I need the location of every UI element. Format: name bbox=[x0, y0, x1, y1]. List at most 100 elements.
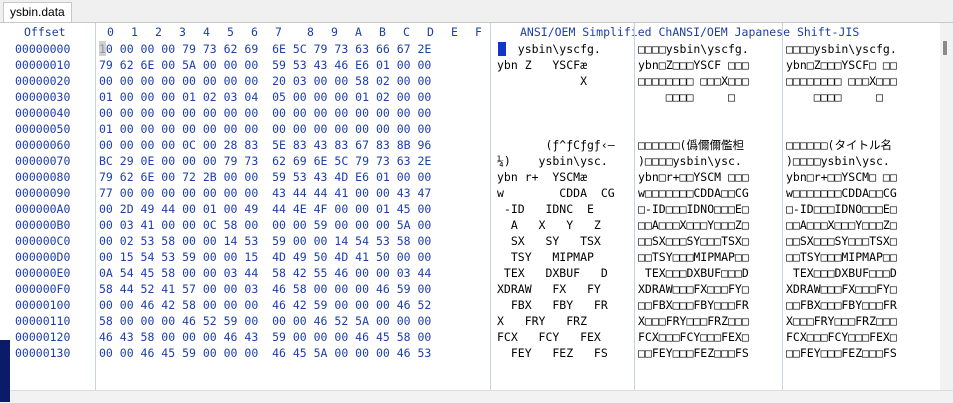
row-simplified[interactable]: □□□□□□(僞儞儞儖柦 bbox=[638, 137, 744, 153]
row-shiftjis[interactable]: X□□□FRY□□□FRZ□□□ bbox=[786, 313, 897, 329]
row-shiftjis[interactable]: □□TSY□□□MIPMAP□□ bbox=[786, 249, 897, 265]
row-ansi[interactable]: TSY MIPMAP bbox=[497, 249, 594, 265]
row-shiftjis[interactable]: FCX□□□FCY□□□FEX□ bbox=[786, 329, 897, 345]
table-row[interactable]: 00000050 01 00 00 00 00 00 00 00 00 00 00… bbox=[0, 121, 940, 137]
row-simplified[interactable]: □□FBX□□□FBY□□□FR bbox=[638, 297, 749, 313]
table-row[interactable]: 00000100 00 00 46 42 58 00 00 00 46 42 59… bbox=[0, 297, 940, 313]
row-hex[interactable]: 00 03 41 00 00 0C 58 00 00 00 59 00 00 0… bbox=[99, 217, 431, 233]
hex-grid[interactable]: 00000000 10 00 00 00 79 73 62 69 6E 5C 79… bbox=[0, 41, 940, 361]
file-tab[interactable]: ysbin.data bbox=[3, 2, 72, 22]
table-row[interactable]: 000000E0 0A 54 45 58 00 00 03 44 58 42 55… bbox=[0, 265, 940, 281]
row-hex[interactable]: BC 29 0E 00 00 00 79 73 62 69 6E 5C 79 7… bbox=[99, 153, 431, 169]
row-shiftjis[interactable]: XDRAW□□□FX□□□FY□ bbox=[786, 281, 897, 297]
row-hex[interactable]: 01 00 00 00 00 00 00 00 00 00 00 00 00 0… bbox=[99, 121, 431, 137]
row-shiftjis[interactable]: w□□□□□□□CDDA□□CG bbox=[786, 185, 897, 201]
row-hex[interactable]: 00 00 00 00 00 00 00 00 20 03 00 00 58 0… bbox=[99, 73, 431, 89]
row-ansi[interactable]: A X Y Z bbox=[497, 217, 601, 233]
row-hex[interactable]: 00 00 46 45 59 00 00 00 46 45 5A 00 00 0… bbox=[99, 345, 431, 361]
table-row[interactable]: 00000060 00 00 00 00 0C 00 28 83 5E 83 43… bbox=[0, 137, 940, 153]
row-ansi[interactable]: ¼) ysbin\ysc. bbox=[497, 153, 608, 169]
row-ansi[interactable]: (ƒ^ƒCƒgƒ‹– bbox=[497, 137, 614, 153]
row-shiftjis[interactable]: ybn□r+□□YSCM□ □□ bbox=[786, 169, 897, 185]
row-ansi[interactable]: TEX DXBUF D bbox=[497, 265, 608, 281]
row-shiftjis[interactable]: TEX□□□DXBUF□□□D bbox=[786, 265, 897, 281]
row-simplified[interactable]: □□□□□□□□ □□□X□□□ bbox=[638, 73, 749, 89]
row-hex[interactable]: 00 2D 49 44 00 01 00 49 44 4E 4F 00 00 0… bbox=[99, 201, 431, 217]
row-hex[interactable]: 10 00 00 00 79 73 62 69 6E 5C 79 73 63 6… bbox=[99, 41, 431, 57]
row-hex[interactable]: 58 00 00 00 46 52 59 00 00 00 46 52 5A 0… bbox=[99, 313, 431, 329]
row-simplified[interactable]: ybn□Z□□□YSCF □□□ bbox=[638, 57, 749, 73]
row-shiftjis[interactable]: ybn□Z□□□YSCF□ □□ bbox=[786, 57, 897, 73]
horizontal-scrollbar[interactable] bbox=[0, 390, 953, 403]
row-simplified[interactable]: □□A□□□X□□□Y□□□Z□ bbox=[638, 217, 749, 233]
row-hex[interactable]: 79 62 6E 00 5A 00 00 00 59 53 43 46 E6 0… bbox=[99, 57, 431, 73]
table-row[interactable]: 00000000 10 00 00 00 79 73 62 69 6E 5C 79… bbox=[0, 41, 940, 57]
table-row[interactable]: 000000F0 58 44 52 41 57 00 00 03 46 58 00… bbox=[0, 281, 940, 297]
row-simplified[interactable]: □-ID□□□IDNO□□□E□ bbox=[638, 201, 749, 217]
row-shiftjis[interactable]: □□A□□□X□□□Y□□□Z□ bbox=[786, 217, 897, 233]
row-simplified[interactable]: □□□□ysbin\yscfg. bbox=[638, 41, 749, 57]
row-simplified[interactable]: w□□□□□□□CDDA□□CG bbox=[638, 185, 749, 201]
row-ansi[interactable]: FBX FBY FR bbox=[497, 297, 608, 313]
row-shiftjis[interactable]: □□□□ □ bbox=[786, 89, 883, 105]
row-ansi[interactable]: ysbin\yscfg. bbox=[497, 41, 601, 57]
row-ansi[interactable]: FCX FCY FEX bbox=[497, 329, 601, 345]
vertical-scrollbar[interactable] bbox=[940, 23, 953, 390]
col-7: 7 bbox=[275, 25, 282, 39]
row-simplified[interactable]: XDRAW□□□FX□□□FY□ bbox=[638, 281, 749, 297]
row-shiftjis[interactable]: □-ID□□□IDNO□□□E□ bbox=[786, 201, 897, 217]
row-hex[interactable]: 58 44 52 41 57 00 00 03 46 58 00 00 00 4… bbox=[99, 281, 431, 297]
table-row[interactable]: 00000080 79 62 6E 00 72 2B 00 00 59 53 43… bbox=[0, 169, 940, 185]
table-row[interactable]: 00000020 00 00 00 00 00 00 00 00 20 03 00… bbox=[0, 73, 940, 89]
row-shiftjis[interactable]: )□□□□ysbin\ysc. bbox=[786, 153, 890, 169]
row-hex[interactable]: 46 43 58 00 00 00 46 43 59 00 00 00 46 4… bbox=[99, 329, 431, 345]
row-hex[interactable]: 00 02 53 58 00 00 14 53 59 00 00 14 54 5… bbox=[99, 233, 431, 249]
table-row[interactable]: 00000110 58 00 00 00 46 52 59 00 00 00 46… bbox=[0, 313, 940, 329]
row-shiftjis[interactable]: □□FBX□□□FBY□□□FR bbox=[786, 297, 897, 313]
table-row[interactable]: 000000A0 00 2D 49 44 00 01 00 49 44 4E 4F… bbox=[0, 201, 940, 217]
table-row[interactable]: 00000070 BC 29 0E 00 00 00 79 73 62 69 6E… bbox=[0, 153, 940, 169]
row-shiftjis[interactable]: □□□□□□□□ □□□X□□□ bbox=[786, 73, 897, 89]
row-hex[interactable]: 0A 54 45 58 00 00 03 44 58 42 55 46 00 0… bbox=[99, 265, 431, 281]
row-shiftjis[interactable]: □□□□□□(タイトル名 bbox=[786, 137, 892, 153]
table-row[interactable]: 00000040 00 00 00 00 00 00 00 00 00 00 00… bbox=[0, 105, 940, 121]
row-simplified[interactable]: □□FEY□□□FEZ□□□FS bbox=[638, 345, 749, 361]
row-simplified[interactable]: X□□□FRY□□□FRZ□□□ bbox=[638, 313, 749, 329]
row-shiftjis[interactable]: □□SX□□□SY□□□TSX□ bbox=[786, 233, 897, 249]
table-row[interactable]: 00000030 01 00 00 00 01 02 03 04 05 00 00… bbox=[0, 89, 940, 105]
row-hex[interactable]: 00 00 46 42 58 00 00 00 46 42 59 00 00 0… bbox=[99, 297, 431, 313]
table-row[interactable]: 00000130 00 00 46 45 59 00 00 00 46 45 5A… bbox=[0, 345, 940, 361]
row-simplified[interactable]: ybn□r+□□YSCM □□□ bbox=[638, 169, 749, 185]
row-ansi[interactable]: SX SY TSX bbox=[497, 233, 601, 249]
table-row[interactable]: 000000D0 00 15 54 53 59 00 00 15 4D 49 50… bbox=[0, 249, 940, 265]
table-row[interactable]: 000000C0 00 02 53 58 00 00 14 53 59 00 00… bbox=[0, 233, 940, 249]
row-simplified[interactable]: FCX□□□FCY□□□FEX□ bbox=[638, 329, 749, 345]
row-shiftjis[interactable]: □□FEY□□□FEZ□□□FS bbox=[786, 345, 897, 361]
row-ansi[interactable]: -ID IDNC E bbox=[497, 201, 594, 217]
row-ansi[interactable]: ybn Z YSCFæ bbox=[497, 57, 587, 73]
scrollbar-thumb[interactable] bbox=[943, 41, 947, 55]
row-ansi[interactable]: X bbox=[497, 73, 587, 89]
row-hex[interactable]: 00 00 00 00 0C 00 28 83 5E 83 43 83 67 8… bbox=[99, 137, 431, 153]
row-ansi[interactable]: XDRAW FX FY bbox=[497, 281, 601, 297]
row-ansi[interactable]: ybn r+ YSCMæ bbox=[497, 169, 587, 185]
row-ansi[interactable]: X FRY FRZ bbox=[497, 313, 587, 329]
row-simplified[interactable]: □□TSY□□□MIPMAP□□ bbox=[638, 249, 749, 265]
table-row[interactable]: 00000090 77 00 00 00 00 00 00 00 43 44 44… bbox=[0, 185, 940, 201]
row-hex[interactable]: 00 15 54 53 59 00 00 15 4D 49 50 4D 41 5… bbox=[99, 249, 431, 265]
row-simplified[interactable]: TEX□□□DXBUF□□□D bbox=[638, 265, 749, 281]
row-ansi[interactable]: w CDDA CG bbox=[497, 185, 615, 201]
row-hex[interactable]: 01 00 00 00 01 02 03 04 05 00 00 00 01 0… bbox=[99, 89, 431, 105]
row-simplified[interactable]: □□SX□□□SY□□□TSX□ bbox=[638, 233, 749, 249]
row-offset: 00000030 bbox=[15, 90, 71, 104]
table-row[interactable]: 00000120 46 43 58 00 00 00 46 43 59 00 00… bbox=[0, 329, 940, 345]
table-row[interactable]: 00000010 79 62 6E 00 5A 00 00 00 59 53 43… bbox=[0, 57, 940, 73]
row-simplified[interactable]: )□□□□ysbin\ysc. bbox=[638, 153, 742, 169]
row-simplified[interactable]: □□□□ □ bbox=[638, 89, 735, 105]
table-row[interactable]: 000000B0 00 03 41 00 00 0C 58 00 00 00 59… bbox=[0, 217, 940, 233]
row-hex[interactable]: 00 00 00 00 00 00 00 00 00 00 00 00 00 0… bbox=[99, 105, 431, 121]
row-ansi[interactable]: FEY FEZ FS bbox=[497, 345, 608, 361]
row-shiftjis[interactable]: □□□□ysbin\yscfg. bbox=[786, 41, 897, 57]
row-hex[interactable]: 79 62 6E 00 72 2B 00 00 59 53 43 4D E6 0… bbox=[99, 169, 431, 185]
row-hex[interactable]: 77 00 00 00 00 00 00 00 43 44 44 41 00 0… bbox=[99, 185, 431, 201]
